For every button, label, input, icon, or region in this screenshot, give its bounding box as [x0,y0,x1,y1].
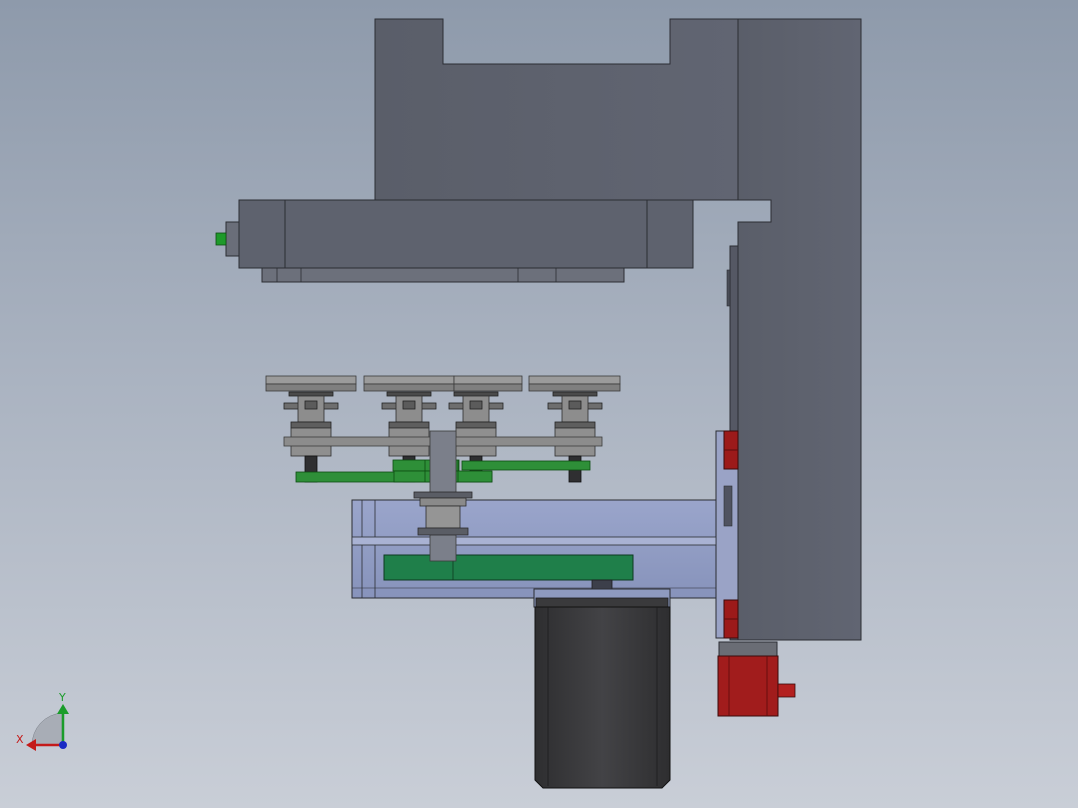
pulley-bracket [288,391,334,397]
spindle-green-cap [215,232,227,246]
pulley-cap-plate [453,383,523,392]
lower-belt [383,554,634,581]
x-axis-label: X [16,733,24,746]
y-arrowhead-icon [57,704,69,714]
rail-carriage-lower [723,599,739,639]
pulley-sheave [388,421,430,429]
pulley-hub [402,400,416,410]
linear-slide-assembly [351,499,717,599]
pulley-hub [304,400,318,410]
assembly-drawing: Y X [16,18,862,789]
pulley-cap-plate [528,375,621,385]
pulley-bracket [453,391,499,397]
pulley-sheave [554,421,596,429]
cad-viewport[interactable]: Y X [0,0,1078,808]
pulley-cap-plate [363,383,455,392]
pulley-cap-plate [528,383,621,392]
coordinate-triad[interactable]: Y X [16,691,69,751]
pulley-hub [469,400,483,410]
pulley-bracket [386,391,432,397]
pulley-bracket [552,391,598,397]
rail-carriage-upper [723,430,739,470]
stepper-motor [533,579,671,789]
pulley-cap-plate [265,375,357,385]
pulley-sheave [455,421,497,429]
pulley-cap-plate [453,375,523,385]
x-arrowhead-icon [26,739,36,751]
y-axis-label: Y [58,691,66,704]
pulley-hub [568,400,582,410]
pulley-unit [265,375,357,483]
vertical-column [737,18,862,641]
triad-plane-icon [31,712,63,746]
servo-motor [717,641,796,717]
upper-frame-block [374,18,739,201]
pulley-sheave [290,421,332,429]
pulley-cap-plate [265,383,357,392]
pulley-cap-plate [363,375,455,385]
z-axis-dot-icon [59,741,67,749]
horizontal-spindle-housing [225,199,694,283]
